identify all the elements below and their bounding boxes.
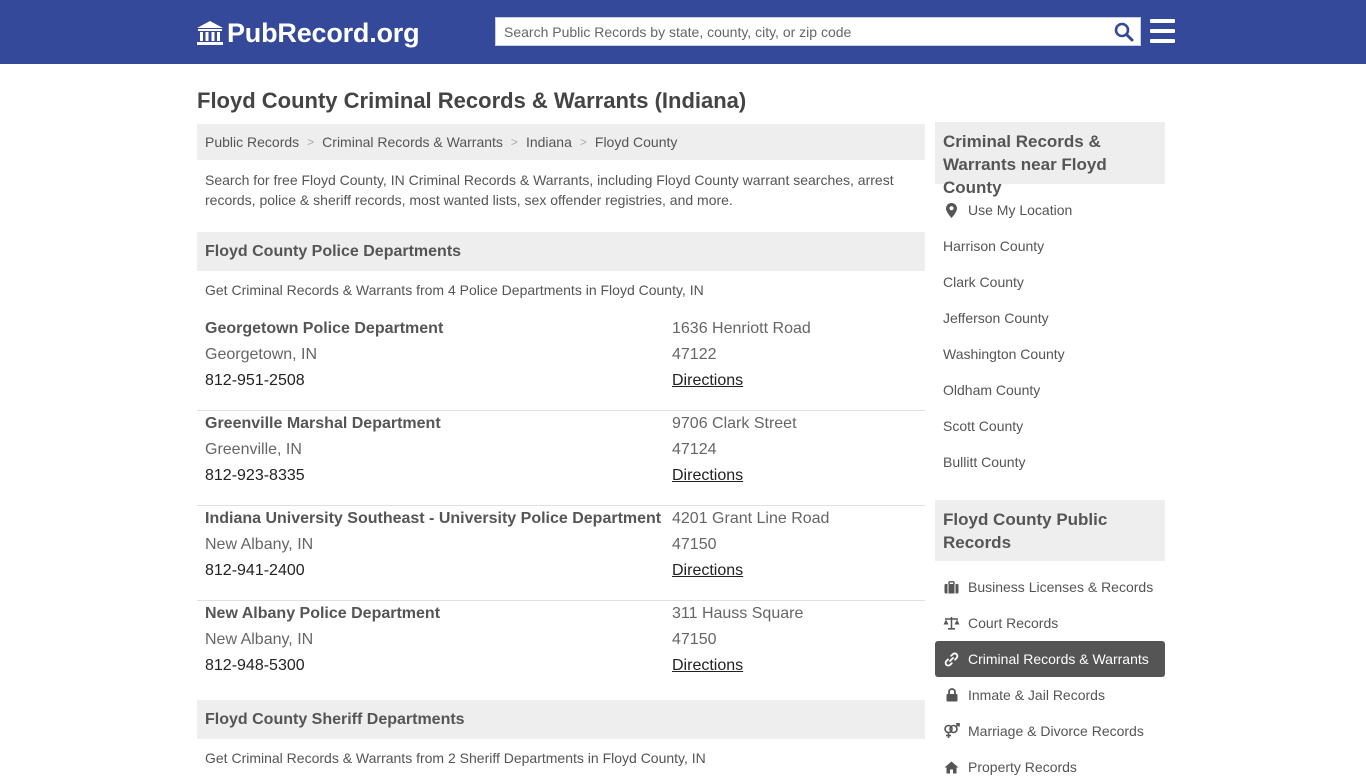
link-icon: [943, 651, 960, 667]
nearby-county-link[interactable]: Bullitt County: [943, 452, 1025, 472]
department-name: Greenville Marshal Department: [205, 415, 441, 432]
department-row: Indiana University Southeast - Universit…: [197, 506, 925, 601]
court-records-link[interactable]: Court Records: [943, 613, 1058, 633]
department-name: Indiana University Southeast - Universit…: [205, 510, 662, 527]
department-address: 9706 Clark Street: [672, 415, 797, 432]
business-licenses-link[interactable]: Business Licenses & Records: [943, 577, 1153, 597]
page-title: Floyd County Criminal Records & Warrants…: [197, 88, 747, 113]
department-phone[interactable]: 812-941-2400: [205, 558, 665, 584]
search-input[interactable]: [496, 18, 1106, 45]
intro-text: Search for free Floyd County, IN Crimina…: [205, 172, 894, 208]
inmate-jail-records-link[interactable]: Inmate & Jail Records: [943, 685, 1105, 705]
property-records-label: Property Records: [968, 759, 1077, 775]
department-zip: 47124: [672, 441, 717, 458]
top-navigation-bar: PubRecord.org: [0, 0, 1366, 64]
department-row: Greenville Marshal Department Greenville…: [197, 411, 925, 506]
court-records-label: Court Records: [968, 615, 1059, 631]
department-row: New Albany Police Department New Albany,…: [197, 601, 925, 696]
site-logo[interactable]: PubRecord.org: [196, 16, 420, 50]
department-phone[interactable]: 812-948-5300: [205, 653, 665, 679]
business-licenses-label: Business Licenses & Records: [968, 579, 1154, 595]
department-zip: 47150: [672, 536, 717, 553]
department-phone[interactable]: 812-951-2508: [205, 368, 665, 394]
breadcrumb-floyd-county[interactable]: Floyd County: [595, 134, 677, 150]
department-city: Georgetown, IN: [205, 346, 318, 363]
inmate-jail-records-label: Inmate & Jail Records: [968, 687, 1105, 703]
logo-text: PubRecord.org: [227, 17, 420, 48]
scales-icon: [943, 615, 960, 631]
nearby-county-link[interactable]: Oldham County: [943, 380, 1040, 400]
search-box: [495, 17, 1141, 46]
home-icon: [943, 759, 960, 775]
department-city: New Albany, IN: [205, 631, 314, 648]
breadcrumb-separator: >: [307, 135, 315, 149]
search-button[interactable]: [1112, 21, 1136, 43]
courthouse-icon: [197, 21, 223, 45]
directions-link[interactable]: Directions: [672, 372, 743, 389]
lock-icon: [943, 687, 960, 703]
marriage-divorce-records-link[interactable]: Marriage & Divorce Records: [943, 721, 1144, 741]
sheriff-departments-header: Floyd County Sheriff Departments: [197, 700, 925, 739]
breadcrumb-criminal-records[interactable]: Criminal Records & Warrants: [322, 134, 503, 150]
use-my-location-link[interactable]: Use My Location: [943, 200, 1072, 220]
nearby-county-link[interactable]: Harrison County: [943, 236, 1044, 256]
hamburger-menu-icon[interactable]: [1150, 19, 1175, 43]
department-city: Greenville, IN: [205, 441, 302, 458]
public-records-title: Floyd County Public Records: [935, 500, 1165, 561]
search-icon: [1114, 22, 1134, 42]
directions-link[interactable]: Directions: [672, 657, 743, 674]
marriage-divorce-records-label: Marriage & Divorce Records: [968, 723, 1144, 739]
nearby-county-link[interactable]: Jefferson County: [943, 308, 1049, 328]
property-records-link[interactable]: Property Records: [943, 757, 1077, 777]
sheriff-departments-subtitle: Get Criminal Records & Warrants from 2 S…: [205, 750, 706, 766]
nearby-county-link[interactable]: Scott County: [943, 416, 1023, 436]
department-city: New Albany, IN: [205, 536, 314, 553]
criminal-records-label: Criminal Records & Warrants: [968, 651, 1149, 667]
breadcrumb: Public Records > Criminal Records & Warr…: [197, 124, 925, 160]
breadcrumb-indiana[interactable]: Indiana: [526, 134, 572, 150]
police-departments-subtitle: Get Criminal Records & Warrants from 4 P…: [205, 282, 704, 298]
department-zip: 47122: [672, 346, 717, 363]
venus-mars-icon: [943, 723, 960, 739]
breadcrumb-public-records[interactable]: Public Records: [205, 134, 299, 150]
breadcrumb-separator: >: [510, 135, 518, 149]
breadcrumb-separator: >: [579, 135, 587, 149]
department-name: New Albany Police Department: [205, 605, 441, 622]
department-zip: 47150: [672, 631, 717, 648]
briefcase-icon: [943, 579, 960, 595]
department-address: 1636 Henriott Road: [672, 320, 811, 337]
nearby-county-link[interactable]: Washington County: [943, 344, 1065, 364]
criminal-records-link-active[interactable]: Criminal Records & Warrants: [935, 641, 1165, 677]
department-address: 4201 Grant Line Road: [672, 510, 830, 527]
department-name: Georgetown Police Department: [205, 320, 444, 337]
directions-link[interactable]: Directions: [672, 562, 743, 579]
department-row: Georgetown Police Department Georgetown,…: [197, 316, 925, 411]
department-phone[interactable]: 812-923-8335: [205, 463, 665, 489]
nearby-county-link[interactable]: Clark County: [943, 272, 1024, 292]
police-departments-header: Floyd County Police Departments: [197, 232, 925, 271]
use-my-location-label: Use My Location: [968, 202, 1073, 218]
directions-link[interactable]: Directions: [672, 467, 743, 484]
map-marker-icon: [943, 202, 960, 218]
department-address: 311 Hauss Square: [672, 605, 804, 622]
nearby-counties-title: Criminal Records & Warrants near Floyd C…: [935, 122, 1165, 197]
